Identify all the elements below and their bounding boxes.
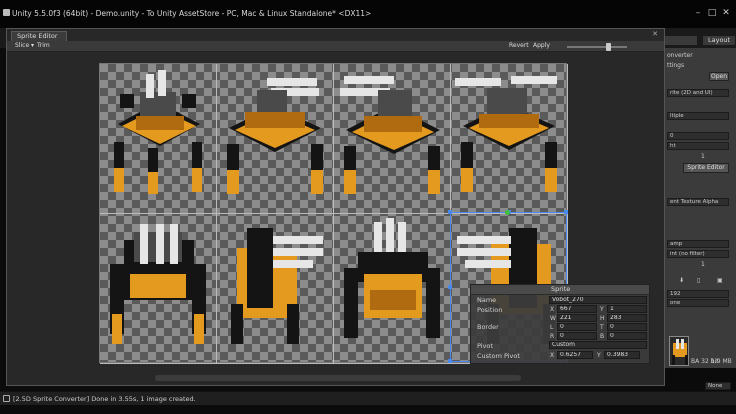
height-field[interactable]: 283 xyxy=(607,314,647,322)
slice-dropdown[interactable]: Slice ▾ xyxy=(15,42,34,49)
sprite-panel-header: Sprite xyxy=(471,285,649,295)
revert-button[interactable]: Revert xyxy=(509,42,529,49)
download-icon[interactable]: ⬇ xyxy=(679,277,684,284)
border-label: Border xyxy=(477,323,499,331)
border-right-field[interactable]: 0 xyxy=(557,332,597,340)
position-label: Position xyxy=(477,306,503,314)
sprite-cell-4[interactable] xyxy=(451,64,568,214)
zoom-slider[interactable] xyxy=(567,43,627,51)
none-dropdown[interactable]: None xyxy=(705,382,731,390)
resize-handle-tl[interactable] xyxy=(448,210,452,214)
layout-dropdown[interactable]: Layout xyxy=(702,35,736,46)
close-icon[interactable]: ✕ xyxy=(721,8,731,18)
wrap-mode-dropdown[interactable]: amp xyxy=(667,240,729,248)
sprite-cell-7[interactable] xyxy=(334,214,451,364)
alpha-is-transparency-toggle[interactable]: ent Texture Alpha xyxy=(667,198,729,206)
mech-preview-icon xyxy=(672,339,688,365)
texture-size-info: 1.9 MB xyxy=(711,358,732,365)
w-label: W xyxy=(550,315,556,322)
border-bottom-field[interactable]: 0 xyxy=(607,332,647,340)
close-window-icon[interactable]: ✕ xyxy=(652,30,658,38)
apply-button[interactable]: Apply xyxy=(533,42,550,49)
h-label: H xyxy=(600,315,605,322)
pivot-handle[interactable] xyxy=(505,210,510,215)
tab-sprite-editor[interactable]: Sprite Editor xyxy=(11,31,67,41)
sprite-cell-2[interactable] xyxy=(217,64,334,214)
custom-pivot-y-field[interactable]: 0.3983 xyxy=(604,351,640,359)
resize-handle-tr[interactable] xyxy=(564,210,568,214)
trim-button[interactable]: Trim xyxy=(37,42,50,49)
open-button[interactable]: Open xyxy=(709,72,729,81)
sprite-mode-dropdown[interactable]: ltiple xyxy=(667,112,729,120)
packing-tag-field[interactable]: 0 xyxy=(667,132,729,140)
platform-icon[interactable]: ▣ xyxy=(717,277,723,284)
l-label: L xyxy=(550,324,554,331)
position-y-field[interactable]: 1 xyxy=(607,305,647,313)
t-label: T xyxy=(600,324,604,331)
mech-sprite-iso-4 xyxy=(455,76,557,192)
custom-pivot-x-field[interactable]: 0.6257 xyxy=(557,351,593,359)
aniso-level-value: 1 xyxy=(701,261,705,268)
sprite-cell-6[interactable] xyxy=(217,214,334,364)
name-field[interactable]: Vobot_270 xyxy=(549,296,647,304)
unity-logo-icon xyxy=(3,9,10,16)
mech-sprite-side-1 xyxy=(231,228,323,344)
custom-pivot-x-label: X xyxy=(550,352,555,359)
resize-handle-bl[interactable] xyxy=(448,359,452,363)
pivot-label: Pivot xyxy=(477,342,493,350)
mech-sprite-front-1 xyxy=(110,224,206,344)
resize-handle-left[interactable] xyxy=(448,285,452,289)
window-title: Unity 5.5.0f3 (64bit) - Demo.unity - To … xyxy=(12,9,372,18)
border-left-field[interactable]: 0 xyxy=(557,323,597,331)
info-icon xyxy=(3,395,10,402)
mech-sprite-back-1 xyxy=(344,218,440,338)
pixels-per-unit-field[interactable]: ht xyxy=(667,142,729,150)
import-settings-label: ttings xyxy=(667,62,685,69)
pivot-dropdown[interactable]: Custom xyxy=(549,341,647,349)
custom-pivot-label: Custom Pivot xyxy=(477,352,520,360)
width-field[interactable]: 221 xyxy=(557,314,597,322)
inspector-panel: onverter ttings Open rite (2D and UI) lt… xyxy=(665,48,736,390)
custom-pivot-y-label: Y xyxy=(597,352,601,359)
sprite-properties-panel: Sprite Name Vobot_270 Position X 667 Y 1… xyxy=(470,284,650,364)
r-label: R xyxy=(550,333,555,340)
mech-sprite-iso-1 xyxy=(114,70,202,194)
extrude-value: 1 xyxy=(701,153,705,160)
status-bar: [2.5D Sprite Converter] Done in 3.55s, 1… xyxy=(0,391,736,405)
sprite-cell-5[interactable] xyxy=(100,214,217,364)
sprite-editor-button[interactable]: Sprite Editor xyxy=(683,163,729,173)
sprite-cell-1[interactable] xyxy=(100,64,217,214)
mech-sprite-iso-2 xyxy=(227,78,323,194)
device-icon[interactable]: ▯ xyxy=(697,277,700,284)
status-message: [2.5D Sprite Converter] Done in 3.55s, 1… xyxy=(13,395,196,403)
maximize-icon[interactable]: □ xyxy=(707,8,717,18)
sprite-cell-3[interactable] xyxy=(334,64,451,214)
minimize-icon[interactable]: – xyxy=(693,8,703,18)
sprite-editor-toolbar: Slice ▾ Trim Revert Apply xyxy=(7,41,664,52)
horizontal-scrollbar[interactable] xyxy=(155,375,521,381)
filter-mode-dropdown[interactable]: int (no filter) xyxy=(667,250,729,258)
window-title-bar: Unity 5.5.0f3 (64bit) - Demo.unity - To … xyxy=(0,0,736,28)
b-label: B xyxy=(600,333,605,340)
y-label: Y xyxy=(600,306,604,313)
border-top-field[interactable]: 0 xyxy=(607,323,647,331)
position-x-field[interactable]: 667 xyxy=(557,305,597,313)
compression-dropdown[interactable]: one xyxy=(667,299,729,307)
inspector-header: onverter xyxy=(667,52,693,59)
mech-sprite-iso-3 xyxy=(340,76,440,194)
zoom-slider-thumb[interactable] xyxy=(606,43,611,51)
x-label: X xyxy=(550,306,555,313)
max-size-dropdown[interactable]: 192 xyxy=(667,290,729,298)
texture-preview-thumbnail xyxy=(669,336,689,366)
texture-type-dropdown[interactable]: rite (2D and UI) xyxy=(667,89,729,97)
name-label: Name xyxy=(477,296,497,304)
